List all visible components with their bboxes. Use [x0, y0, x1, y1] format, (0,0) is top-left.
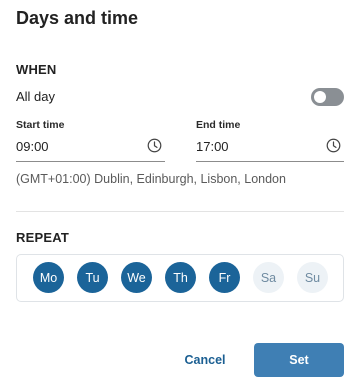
- clock-icon[interactable]: [147, 138, 162, 153]
- day-monday[interactable]: Mo: [33, 262, 64, 293]
- end-time-value[interactable]: 17:00: [196, 139, 229, 154]
- end-time-label: End time: [196, 119, 241, 131]
- when-heading: WHEN: [16, 62, 57, 77]
- day-friday[interactable]: Fr: [209, 262, 240, 293]
- day-wednesday[interactable]: We: [121, 262, 152, 293]
- start-time-field[interactable]: 09:00: [16, 136, 165, 162]
- start-time-value[interactable]: 09:00: [16, 139, 49, 154]
- day-tuesday[interactable]: Tu: [77, 262, 108, 293]
- timezone-text: (GMT+01:00) Dublin, Edinburgh, Lisbon, L…: [16, 172, 286, 186]
- repeat-days-group: Mo Tu We Th Fr Sa Su: [16, 254, 344, 302]
- repeat-heading: REPEAT: [16, 230, 69, 245]
- start-time-label: Start time: [16, 119, 65, 131]
- day-sunday[interactable]: Su: [297, 262, 328, 293]
- end-time-field[interactable]: 17:00: [196, 136, 344, 162]
- day-thursday[interactable]: Th: [165, 262, 196, 293]
- day-saturday[interactable]: Sa: [253, 262, 284, 293]
- cancel-button[interactable]: Cancel: [174, 345, 236, 375]
- toggle-knob: [314, 91, 326, 103]
- dialog-title: Days and time: [16, 8, 139, 28]
- clock-icon[interactable]: [326, 138, 341, 153]
- all-day-label: All day: [16, 89, 56, 104]
- section-divider: [16, 211, 344, 212]
- all-day-toggle[interactable]: [311, 88, 344, 106]
- set-button[interactable]: Set: [254, 343, 344, 377]
